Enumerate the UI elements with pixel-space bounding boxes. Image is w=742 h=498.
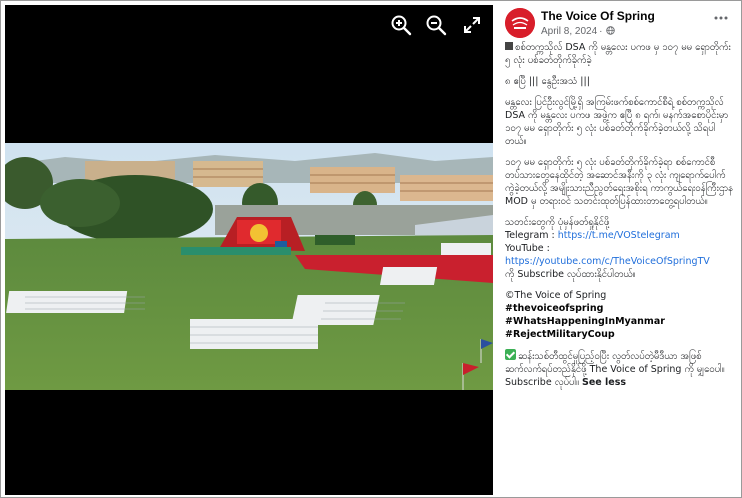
post-paragraph-2: ၁၀၇ မမ ရှောတိုက်း ၅ လုံး ပစ်ခတ်တိုက်ခိုက… [505,157,733,207]
parade-photo[interactable] [5,143,493,390]
telegram-label: Telegram : [505,230,558,241]
post-dateline: ၈ ဧပြီ ||| နွေဦးအသံ ||| [505,76,590,87]
post-headline: စစ်တက္ကသိုလ် DSA ကို မန္တလေး ပကဖ မှ ၁၀၇ … [505,42,731,66]
telegram-link[interactable]: https://t.me/VOStelegram [558,230,680,241]
youtube-subscribe-text: ကို Subscribe လုပ်ထားနိုင်ပါတယ်။ [505,269,636,280]
more-options-icon[interactable] [713,11,729,25]
news-follow-text: သတင်းတွေကို ပုံမှန်ဖတ်ရှုနိုင်ဖို့ [505,217,610,228]
copyright-text: ©The Voice of Spring [505,290,607,301]
fullscreen-icon[interactable] [460,13,484,37]
post-date[interactable]: April 8, 2024 [541,26,597,37]
page-name[interactable]: The Voice Of Spring [541,9,655,23]
check-mark-icon [505,349,516,360]
see-less-link[interactable]: See less [582,377,626,388]
hashtag-link[interactable]: #thevoiceofspring [505,302,733,315]
youtube-label: YouTube : [505,243,550,254]
hashtag-link[interactable]: #WhatsHappeningInMyanmar [505,315,733,328]
post-panel: The Voice Of Spring April 8, 2024 · စစ်တက… [495,1,741,497]
screenshot-frame: The Voice Of Spring April 8, 2024 · စစ်တက… [0,0,742,498]
hashtag-link[interactable]: #RejectMilitaryCoup [505,328,733,341]
post-body: စစ်တက္ကသိုလ် DSA ကို မန္တလေး ပကဖ မှ ၁၀၇ … [505,41,733,397]
square-bullet-icon [505,42,513,50]
post-timestamp[interactable]: April 8, 2024 · [541,26,615,37]
post-paragraph-1: မန္တလေး ပြင်ဦးလွင်မြို့ရှိ အကြမ်းဖက်စစ်က… [505,97,729,147]
separator-dot: · [599,26,603,37]
media-viewer [5,5,493,495]
youtube-link[interactable]: https://youtube.com/c/TheVoiceOfSpringTV [505,255,733,268]
page-avatar[interactable] [505,8,535,38]
zoom-out-icon[interactable] [424,13,448,37]
globe-icon [605,26,615,35]
zoom-in-icon[interactable] [389,13,413,37]
